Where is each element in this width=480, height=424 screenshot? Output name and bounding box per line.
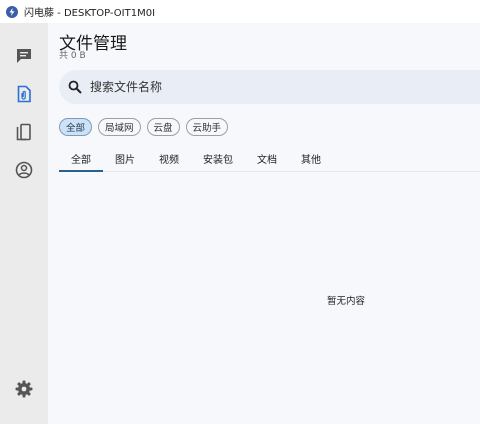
- app-logo-icon: [6, 5, 18, 18]
- empty-state-text: 暂无内容: [327, 296, 366, 307]
- tab-installers[interactable]: 安装包: [191, 148, 245, 171]
- nav-files-button[interactable]: [12, 82, 36, 106]
- storage-summary: 共 0 B: [59, 51, 86, 61]
- chip-lan[interactable]: 局域网: [98, 118, 141, 136]
- search-input[interactable]: [90, 80, 390, 94]
- settings-button[interactable]: [12, 377, 36, 401]
- source-filter-chips: 全部 局域网 云盘 云助手: [59, 118, 229, 136]
- tab-images[interactable]: 图片: [103, 148, 147, 171]
- sidebar: [0, 23, 48, 424]
- nav-chat-button[interactable]: [12, 44, 36, 68]
- chip-cloud-drive[interactable]: 云盘: [146, 118, 180, 136]
- search-bar[interactable]: [59, 70, 480, 104]
- tab-all[interactable]: 全部: [59, 148, 103, 172]
- tab-videos[interactable]: 视频: [147, 148, 191, 171]
- tab-documents[interactable]: 文档: [245, 148, 289, 171]
- chat-icon: [17, 49, 31, 63]
- main-content: 文件管理 共 0 B 全部 局域网 云盘 云助手 全部 图片 视频 安装包 文档…: [48, 23, 480, 424]
- account-icon: [15, 161, 33, 179]
- file-icon: [17, 85, 31, 103]
- chip-cloud-assistant[interactable]: 云助手: [185, 118, 229, 136]
- window-title: 闪电藤 - DESKTOP-OIT1M0I: [24, 8, 156, 19]
- tab-other[interactable]: 其他: [289, 148, 333, 171]
- nav-devices-button[interactable]: [12, 120, 36, 144]
- gear-icon: [15, 380, 33, 398]
- nav-account-button[interactable]: [12, 158, 36, 182]
- title-bar: 闪电藤 - DESKTOP-OIT1M0I: [0, 0, 480, 23]
- chip-all[interactable]: 全部: [59, 118, 93, 136]
- devices-icon: [16, 123, 31, 141]
- search-icon: [68, 80, 82, 94]
- file-type-tabs: 全部 图片 视频 安装包 文档 其他: [59, 148, 480, 172]
